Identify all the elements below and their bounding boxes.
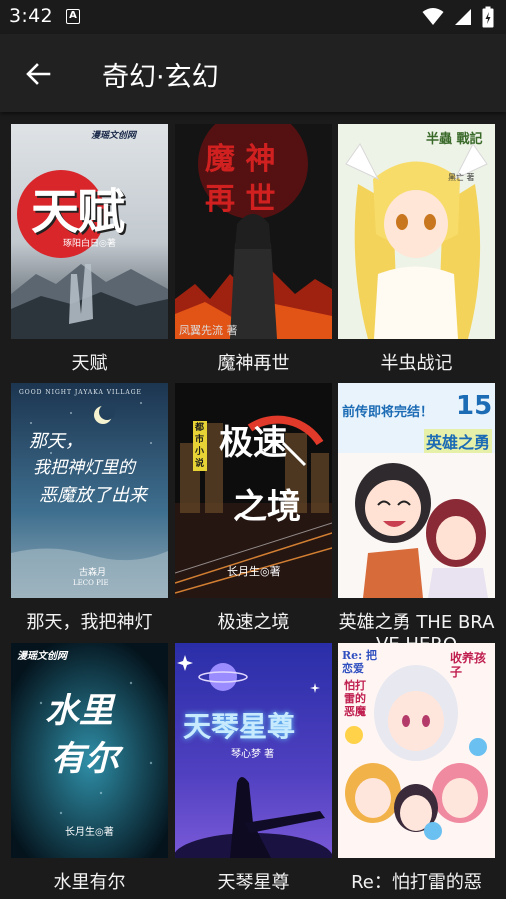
book-cover[interactable]: 漫瑶文创网 天赋 琢阳白日◎著 xyxy=(11,124,168,339)
book-cover[interactable]: 漫瑶文创网 水里 有尔 长月生◎著 xyxy=(11,643,168,858)
cover-publisher: 漫瑶文创网 xyxy=(17,651,67,662)
book-item-banchongzhanji[interactable]: 半蟲 戰記 黑亡 著 半虫战记 xyxy=(338,124,495,384)
book-cover[interactable]: 半蟲 戰記 黑亡 著 xyxy=(338,124,495,339)
cover-author: 琴心梦 著 xyxy=(231,749,275,760)
cover-author: 长月生◎著 xyxy=(227,565,281,578)
battery-charging-icon xyxy=(482,6,494,28)
book-item-shuiliyouer[interactable]: 漫瑶文创网 水里 有尔 长月生◎著 水里有尔 xyxy=(11,643,168,899)
wifi-icon xyxy=(422,8,444,25)
book-item-moshenzaishi[interactable]: 魔 神 再 世 凤翼先流 著 魔神再世 xyxy=(175,124,332,384)
cover-title-line1: 极速 xyxy=(219,423,287,463)
book-item-jisuzhijing[interactable]: 都市小说 极速 之境 长月生◎著 极速之境 xyxy=(175,383,332,643)
cover-author: 凤翼先流 著 xyxy=(179,324,238,337)
book-title: 天琴星尊 xyxy=(217,872,290,893)
cover-line2: 怕打雷的恶魔 xyxy=(344,679,366,718)
cover-title-line1: 水里 xyxy=(45,691,113,731)
status-time: 3:42 xyxy=(9,5,53,27)
book-cover[interactable]: GOOD NIGHT JAYAKA VILLAGE 那天， 我把神灯里的 恶魔放… xyxy=(11,383,168,598)
cover-line1: Re: 把恋爱 xyxy=(342,649,378,675)
cover-line2: 我把神灯里的 xyxy=(33,458,135,478)
cover-title: 天琴星尊 xyxy=(183,710,296,743)
book-item-re-padalei[interactable]: Re: 把恋爱 怕打雷的恶魔 收养孩子 Re：怕打雷的惡 xyxy=(338,643,495,899)
cover-title: 英雄之勇 xyxy=(424,429,493,453)
book-title: 水里有尔 xyxy=(53,872,126,893)
book-item-natian[interactable]: GOOD NIGHT JAYAKA VILLAGE 那天， 我把神灯里的 恶魔放… xyxy=(11,383,168,643)
book-cover[interactable]: 魔 神 再 世 凤翼先流 著 xyxy=(175,124,332,339)
cover-top-text: GOOD NIGHT JAYAKA VILLAGE xyxy=(19,389,142,396)
cover-title-line2: 之境 xyxy=(233,487,301,527)
signal-icon xyxy=(455,9,471,25)
cover-title-line2: 再 世 xyxy=(205,182,276,217)
book-cover[interactable]: Re: 把恋爱 怕打雷的恶魔 收养孩子 xyxy=(338,643,495,858)
cover-banner: 前传即将完结！ xyxy=(342,405,434,420)
app-bar: 奇幻·玄幻 xyxy=(0,34,506,112)
book-cover[interactable]: 前传即将完结！ 15 英雄之勇 xyxy=(338,383,495,598)
notification-icon: A xyxy=(66,9,80,24)
status-icons xyxy=(422,6,494,28)
cover-line3: 收养孩子 xyxy=(450,651,487,679)
book-item-tianfu[interactable]: 漫瑶文创网 天赋 琢阳白日◎著 天赋 xyxy=(11,124,168,384)
book-cover[interactable]: 都市小说 极速 之境 长月生◎著 xyxy=(175,383,332,598)
book-item-tianqinxingzun[interactable]: 天琴星尊 琴心梦 著 天琴星尊 xyxy=(175,643,332,899)
status-bar: 3:42 A xyxy=(0,0,506,34)
cover-title-line1: 魔 神 xyxy=(205,142,276,177)
cover-title: 半蟲 戰記 xyxy=(426,132,483,147)
book-cover[interactable]: 天琴星尊 琴心梦 著 xyxy=(175,643,332,858)
cover-line1: 那天， xyxy=(29,431,83,452)
cover-badge: 都市小说 xyxy=(193,421,207,471)
cover-title-line2: 有尔 xyxy=(51,739,119,779)
book-item-yingxiongzhiyong[interactable]: 前传即将完结！ 15 英雄之勇 英雄之勇 THE BRAVE HERO xyxy=(338,383,495,654)
back-button[interactable] xyxy=(18,54,58,94)
cover-title: 天赋 xyxy=(31,184,125,240)
cover-publisher: 漫瑶文创网 xyxy=(91,131,137,141)
book-title: Re：怕打雷的惡 xyxy=(351,872,482,893)
cover-author: 古森月 xyxy=(79,568,107,578)
book-grid: 漫瑶文创网 天赋 琢阳白日◎著 天赋 魔 神 再 世 凤翼先流 著 魔神再世 半… xyxy=(0,112,506,899)
arrow-back-icon xyxy=(26,63,51,85)
cover-author: 琢阳白日◎著 xyxy=(63,239,116,249)
cover-line3: 恶魔放了出来 xyxy=(39,485,147,506)
cover-author: 长月生◎著 xyxy=(65,827,114,838)
page-title: 奇幻·玄幻 xyxy=(102,62,219,93)
cover-author: 黑亡 著 xyxy=(448,173,475,182)
cover-bottom: LECO PIE xyxy=(73,579,109,587)
cover-number: 15 xyxy=(456,391,493,421)
